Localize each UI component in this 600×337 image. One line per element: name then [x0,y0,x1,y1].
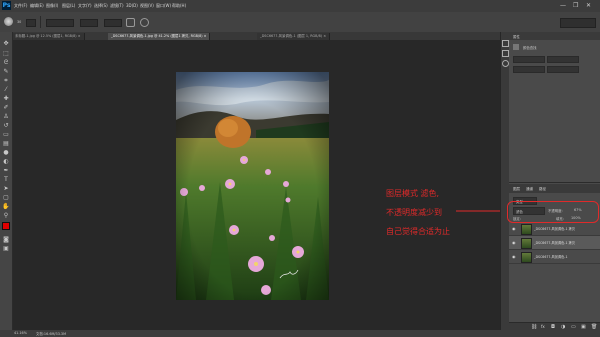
menu-window[interactable]: 窗口(W) [156,3,171,9]
tab-paths[interactable]: 路径 [539,187,546,192]
menu-help[interactable]: 帮助(H) [172,3,186,9]
menu-layer[interactable]: 图层(L) [62,3,75,9]
adjustment-name: 颜色查找 [523,46,537,50]
menu-bar: Ps 文件(F) 编辑(E) 图像(I) 图层(L) 文字(Y) 选择(S) 滤… [0,0,600,12]
close-button[interactable]: ✕ [586,2,591,9]
properties-title: 属性 [513,35,520,39]
quick-select-tool-icon[interactable]: ✎ [2,68,10,76]
properties-field-3[interactable] [513,66,545,73]
menu-view[interactable]: 视图(V) [140,3,154,9]
history-panel-icon[interactable] [502,40,509,47]
annotation-highlight-box [507,201,599,223]
layers-panel-header [509,184,600,193]
layer-thumbnail [521,224,532,235]
stamp-tool-icon[interactable]: ♙ [2,113,10,121]
menu-type[interactable]: 文字(Y) [78,3,92,9]
menu-file[interactable]: 文件(F) [14,3,27,9]
doc-size: 文档:16.6M/33.3M [36,332,67,336]
properties-panel-header [509,32,600,40]
brush-icon[interactable] [4,17,13,26]
tab-document-2[interactable]: _DSC6677-风景调色-1.jpg @ 41.2% (图层1 拷贝, RGB… [108,33,211,40]
foreground-color-swatch[interactable] [2,222,10,230]
hand-tool-icon[interactable]: ✋ [2,203,10,211]
eye-icon[interactable]: ◉ [512,240,516,245]
tab-document-1[interactable]: 未标题-1.jpg @ 12.5% (图层1, RGB/8) × [12,33,85,40]
restore-button[interactable]: ❐ [573,2,578,9]
eraser-tool-icon[interactable]: ▭ [2,131,10,139]
tools-panel: ✥ ⬚ ᘓ ✎ ⌗ ⁄ ✚ ✐ ♙ ↺ ▭ ▤ ● ◐ ✒ T ➤ ▢ ✋ ⚲ … [0,32,13,330]
zoom-tool-icon[interactable]: ⚲ [2,212,10,220]
menu-3d[interactable]: 3D(D) [126,3,138,8]
status-bar: 41.16% 文档:16.6M/33.3M [0,330,600,337]
annotation-line-3: 自己觉得合适为止 [386,227,450,236]
menu-image[interactable]: 图像(I) [46,3,58,9]
properties-field-2[interactable] [547,56,579,63]
layer-thumbnail [521,238,532,249]
menu-filter[interactable]: 滤镜(T) [110,3,124,9]
flow-field[interactable] [104,19,122,27]
properties-field-1[interactable] [513,56,545,63]
annotation-line-2: 不透明度减少到 [386,208,442,217]
properties-body [509,76,600,183]
layer-row[interactable]: ◉ _DSC6677-风景调色-1 拷贝 [509,222,600,236]
opacity-field[interactable] [80,19,98,27]
options-bar: 30 [0,12,600,33]
marquee-tool-icon[interactable]: ⬚ [2,50,10,58]
fx-icon[interactable]: fx [541,324,545,329]
type-tool-icon[interactable]: T [2,176,10,184]
mode-field[interactable] [46,19,74,27]
tab-document-3[interactable]: _DSC6677-风景调色-1 (图层 1, RGB/8) × [257,33,331,40]
adjustments-panel-icon[interactable] [502,60,509,67]
history-brush-tool-icon[interactable]: ↺ [2,122,10,130]
pressure-icon[interactable] [140,18,149,27]
tab-layers[interactable]: 图层 [513,187,520,192]
document-image[interactable] [176,72,329,300]
flower-landscape-photo [176,72,329,300]
shape-tool-icon[interactable]: ▢ [2,194,10,202]
minimize-button[interactable]: — [560,2,566,9]
layer-row[interactable]: ◉ _DSC6677-风景调色-1 拷贝 [509,236,600,250]
blur-tool-icon[interactable]: ● [2,149,10,157]
eye-icon[interactable]: ◉ [512,226,516,231]
airbrush-icon[interactable] [126,18,135,27]
zoom-level[interactable]: 41.16% [14,331,27,335]
layer-row[interactable]: ◉ _DSC6677-风景调色-1 [509,250,600,264]
document-tab-bar: 未标题-1.jpg @ 12.5% (图层1, RGB/8) × _DSC667… [12,32,500,40]
brush-tool-icon[interactable]: ✐ [2,104,10,112]
path-select-tool-icon[interactable]: ➤ [2,185,10,193]
brush-size[interactable]: 30 [17,20,21,24]
properties-panel-icon[interactable] [502,50,509,57]
workspace-dropdown[interactable] [560,18,596,28]
dodge-tool-icon[interactable]: ◐ [2,158,10,166]
gradient-tool-icon[interactable]: ▤ [2,140,10,148]
menu-select[interactable]: 选择(S) [94,3,108,9]
quick-mask-icon[interactable]: ◙ [2,236,10,244]
lasso-tool-icon[interactable]: ᘓ [2,59,10,67]
menu-edit[interactable]: 编辑(E) [30,3,44,9]
panel-dock-strip [500,32,509,330]
layer-thumbnail [521,252,532,263]
layer-name: _DSC6677-风景调色-1 [534,255,568,259]
screen-mode-icon[interactable]: ▣ [2,245,10,253]
layer-name: _DSC6677-风景调色-1 拷贝 [534,227,575,231]
photoshop-logo: Ps [2,1,11,10]
move-tool-icon[interactable]: ✥ [2,40,10,48]
brush-preset-dropdown[interactable] [26,19,36,27]
layer-name: _DSC6677-风景调色-1 拷贝 [534,241,575,245]
adjustment-icon [513,44,519,50]
crop-tool-icon[interactable]: ⌗ [2,77,10,85]
properties-field-4[interactable] [547,66,579,73]
right-panels: 属性 颜色查找 [509,32,600,330]
healing-tool-icon[interactable]: ✚ [2,95,10,103]
tab-channels[interactable]: 通道 [526,187,533,192]
annotation-line-1: 图层模式 滤色, [386,189,440,198]
eyedropper-tool-icon[interactable]: ⁄ [2,86,10,94]
eye-icon[interactable]: ◉ [512,254,516,259]
pen-tool-icon[interactable]: ✒ [2,167,10,175]
options-separator [40,16,41,28]
